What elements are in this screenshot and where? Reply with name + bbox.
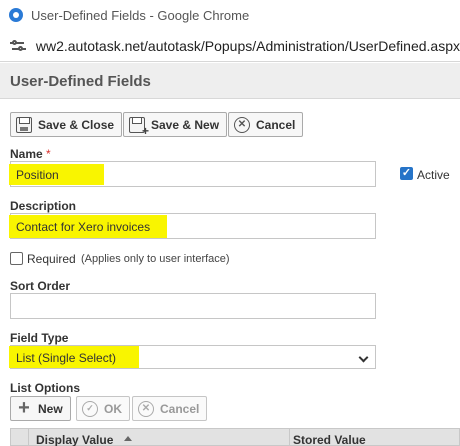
cancel-label: Cancel [256,117,296,132]
list-options-label: List Options [10,381,80,395]
save-new-label: Save & New [151,117,220,132]
cancel-icon: ✕ [138,400,154,417]
save-new-button[interactable]: + Save & New [123,112,228,137]
new-option-button[interactable]: + New [10,396,71,421]
save-close-button[interactable]: Save & Close [10,112,123,137]
name-value: Position [16,168,59,182]
address-bar[interactable]: ww2.autotask.net/autotask/Popups/Adminis… [0,30,460,62]
window-title: User-Defined Fields - Google Chrome [31,7,250,23]
chevron-down-icon [358,352,369,363]
field-type-label: Field Type [10,331,69,345]
page-title: User-Defined Fields [10,73,151,90]
active-checkbox[interactable]: ✓ [400,167,413,180]
cancel-icon: ✕ [234,116,250,133]
column-separator [289,429,290,446]
required-marker: * [46,147,51,161]
required-checkbox[interactable] [10,252,23,265]
description-label: Description [10,199,77,213]
name-input[interactable]: Position [9,161,376,187]
new-option-label: New [38,401,63,416]
site-info-icon[interactable] [10,39,26,53]
save-close-label: Save & Close [38,117,115,132]
required-hint: (Applies only to user interface) [81,253,230,265]
description-input[interactable]: Contact for Xero invoices [9,213,376,239]
column-display-value[interactable]: Display Value [36,433,113,446]
field-type-select[interactable]: List (Single Select) [9,345,376,369]
description-value: Contact for Xero invoices [16,220,151,234]
sort-order-label: Sort Order [10,279,71,293]
name-label: Name * [10,147,51,161]
required-label: Required [27,252,76,266]
sort-ascending-icon[interactable] [124,436,132,441]
save-icon [16,116,32,133]
chrome-icon [9,8,23,22]
list-options-grid-header: Display Value Stored Value [10,428,460,446]
page-header: User-Defined Fields [0,63,460,99]
active-label: Active [417,168,450,182]
grid-select-column [11,429,29,446]
browser-titlebar: User-Defined Fields - Google Chrome [0,0,460,30]
url-text[interactable]: ww2.autotask.net/autotask/Popups/Adminis… [36,38,460,54]
check-icon: ✓ [82,400,98,417]
column-stored-value[interactable]: Stored Value [293,433,366,446]
plus-icon: + [18,396,30,419]
field-type-value: List (Single Select) [16,351,117,365]
ok-option-button[interactable]: ✓ OK [76,396,130,421]
cancel-option-button[interactable]: ✕ Cancel [132,396,208,421]
sort-order-input[interactable] [10,293,376,319]
cancel-button[interactable]: ✕ Cancel [228,112,304,137]
save-new-icon: + [129,116,149,137]
cancel-option-label: Cancel [160,401,200,416]
ok-option-label: OK [104,401,122,416]
